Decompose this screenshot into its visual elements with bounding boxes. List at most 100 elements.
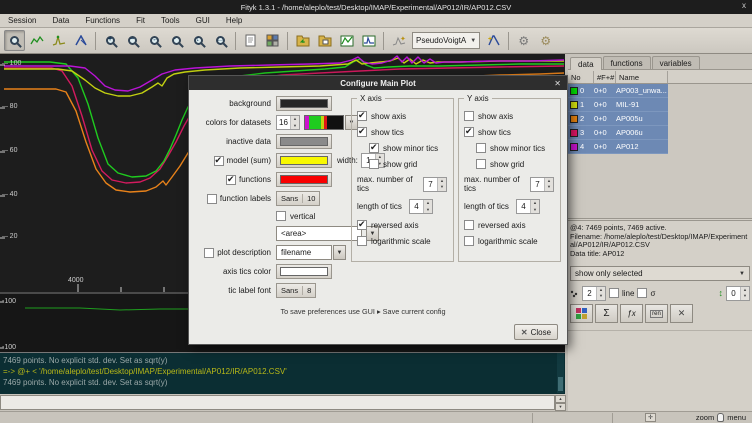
sigma-checkbox[interactable] (637, 288, 647, 298)
peak-type-combo[interactable]: PseudoVoigtA ▼ (412, 32, 480, 49)
model-color-button[interactable] (276, 153, 332, 168)
pointer-mode-icon[interactable]: ✛ (645, 413, 656, 422)
inactive-data-color-button[interactable] (276, 134, 332, 149)
tab-data[interactable]: data (570, 57, 602, 70)
y-show-tics-checkbox[interactable] (464, 127, 474, 137)
x-max-tics-spinner[interactable]: 7▲▼ (423, 177, 447, 192)
dataset-colors-count-spinner[interactable]: 16▲▼ (276, 115, 300, 130)
axis-tics-color-button[interactable] (276, 264, 332, 279)
dataset-name: AP003_unwa... (616, 86, 668, 95)
close-button[interactable]: ✕ Close (514, 324, 558, 340)
x-show-tics-checkbox[interactable] (357, 127, 367, 137)
background-color-button[interactable] (276, 96, 332, 111)
command-input[interactable] (0, 395, 555, 410)
plot-config-button[interactable] (358, 30, 379, 51)
shift-spinner[interactable]: 0▲▼ (726, 286, 750, 301)
delete-dataset-button[interactable]: ✕ (670, 304, 693, 323)
function-labels-checkbox[interactable] (207, 194, 217, 204)
zoom-undo-button[interactable]: ← (144, 30, 165, 51)
sum-button[interactable]: Σ (595, 304, 618, 323)
x-show-grid-checkbox[interactable] (369, 159, 379, 169)
zoom-in-button[interactable]: + (100, 30, 121, 51)
dataset-table: No #F+# Name 0 0+0 AP003_unwa... 1 0+0 M… (568, 71, 752, 219)
point-size-spinner[interactable]: 2▲▼ (582, 286, 606, 301)
x-show-axis-checkbox[interactable] (357, 111, 367, 121)
vertical-checkbox[interactable] (276, 211, 286, 221)
menu-functions[interactable]: Functions (77, 16, 128, 25)
dataset-name: AP012 (616, 142, 668, 151)
y-length-tics-spinner[interactable]: 4▲▼ (516, 199, 540, 214)
table-row[interactable]: 0 0+0 AP003_unwa... (568, 84, 668, 98)
open-data-table-button[interactable] (314, 30, 335, 51)
menu-gui[interactable]: GUI (188, 16, 218, 25)
zoom-prev-button[interactable]: · (166, 30, 187, 51)
tab-variables[interactable]: variables (652, 56, 700, 69)
tab-functions[interactable]: functions (603, 56, 651, 69)
x-show-minor-tics-checkbox[interactable] (369, 143, 379, 153)
table-row[interactable]: 3 0+0 AP006u (568, 126, 668, 140)
open-data-button[interactable] (292, 30, 313, 51)
plot-export-button[interactable] (336, 30, 357, 51)
col-name: Name (616, 71, 668, 83)
functions-checkbox[interactable] (226, 175, 236, 185)
table-row[interactable]: 4 0+0 AP012 (568, 140, 668, 154)
menu-fit[interactable]: Fit (128, 16, 153, 25)
x-log-scale-checkbox[interactable] (357, 236, 367, 246)
add-function-button[interactable]: + (483, 30, 504, 51)
table-row[interactable]: 2 0+0 AP005u (568, 112, 668, 126)
x-length-tics-label: length of tics (357, 202, 405, 211)
mode-add-peak-button[interactable] (48, 30, 69, 51)
window-close-icon[interactable]: x (742, 1, 746, 10)
dialog-close-icon[interactable]: ✕ (554, 79, 561, 88)
function-labels-font-button[interactable]: Sans10 (276, 191, 320, 206)
command-history-spinner[interactable]: ▲▼ (555, 395, 566, 410)
line-checkbox[interactable] (609, 288, 619, 298)
functions-color-button[interactable] (276, 172, 332, 187)
console-scrollbar[interactable] (557, 353, 564, 393)
y-show-minor-tics-checkbox[interactable] (476, 143, 486, 153)
x-reversed-axis-checkbox[interactable] (357, 220, 367, 230)
mode-data-range-button[interactable] (26, 30, 47, 51)
rename-button[interactable]: ren (645, 304, 668, 323)
zoom-out-button[interactable]: − (122, 30, 143, 51)
magnifier-icon (10, 36, 19, 45)
edit-init-button[interactable] (240, 30, 261, 51)
plot-description-checkbox[interactable] (204, 248, 214, 258)
mode-zoom-button[interactable] (4, 30, 25, 51)
auto-add-button[interactable]: ✦ (388, 30, 409, 51)
y-max-tics-spinner[interactable]: 7▲▼ (530, 177, 554, 192)
x-show-axis-label: show axis (371, 112, 406, 121)
plot-description-combo[interactable]: filename (276, 245, 332, 260)
edit-data-button[interactable]: ƒx (620, 304, 643, 323)
y-show-grid-checkbox[interactable] (476, 159, 486, 169)
dataset-colors-button[interactable] (570, 304, 593, 323)
menu-session[interactable]: Session (0, 16, 44, 25)
tic-label-font-button[interactable]: Sans8 (276, 283, 316, 298)
gui-config-button[interactable] (262, 30, 283, 51)
menu-tools[interactable]: Tools (153, 16, 188, 25)
y-show-tics-label: show tics (478, 128, 511, 137)
table-row[interactable]: 1 0+0 MIL-91 (568, 98, 668, 112)
chevron-down-icon[interactable]: ▼ (333, 245, 346, 260)
menu-data[interactable]: Data (44, 16, 77, 25)
sigma-label: σ (650, 289, 655, 298)
zoom-all-button[interactable]: □ (210, 30, 231, 51)
run-script-again-button[interactable]: ⚙ (535, 30, 556, 51)
dataset-color-swatch (570, 115, 578, 123)
y-show-axis-checkbox[interactable] (464, 111, 474, 121)
x-length-tics-spinner[interactable]: 4▲▼ (409, 199, 433, 214)
y-reversed-axis-checkbox[interactable] (464, 220, 474, 230)
model-sum-checkbox[interactable] (214, 156, 224, 166)
y-log-scale-checkbox[interactable] (464, 236, 474, 246)
svg-text:✦: ✦ (400, 35, 406, 43)
dataset-colors-strip[interactable] (304, 115, 344, 130)
x-show-tics-label: show tics (371, 128, 404, 137)
show-filter-combo[interactable]: show only selected ▼ (570, 266, 750, 281)
colors-grid-icon (576, 308, 588, 320)
run-script-button[interactable]: ⚙ (513, 30, 534, 51)
dialog-titlebar[interactable]: Configure Main Plot ✕ (189, 76, 567, 90)
label-format-combo[interactable]: <area> (276, 226, 362, 241)
menu-help[interactable]: Help (218, 16, 250, 25)
mode-drag-peak-button[interactable] (70, 30, 91, 51)
zoom-vertical-button[interactable]: ↕ (188, 30, 209, 51)
